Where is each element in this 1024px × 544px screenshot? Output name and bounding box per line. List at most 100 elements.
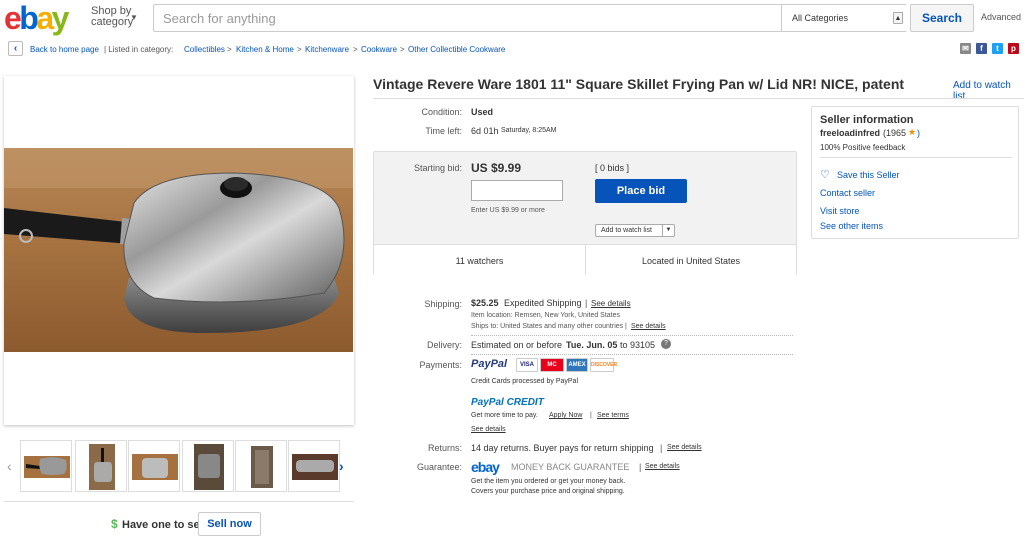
- thumbnail-2[interactable]: [75, 440, 127, 492]
- returns-label: Returns:: [427, 443, 462, 453]
- chevron-down-icon[interactable]: ▼: [662, 225, 674, 236]
- divider: [820, 157, 1012, 158]
- thumbnail-3[interactable]: [128, 440, 180, 492]
- ships-to-see-details-link[interactable]: See details: [631, 323, 666, 330]
- advanced-search-link[interactable]: Advanced: [981, 12, 1021, 22]
- category-select-value: All Categories: [792, 13, 849, 23]
- returns-text: 14 day returns. Buyer pays for return sh…: [471, 443, 654, 453]
- shop-by-category-button[interactable]: Shop by category: [91, 6, 133, 28]
- shipping-label: Shipping:: [424, 299, 462, 309]
- separator: |: [660, 443, 663, 453]
- bid-count-link[interactable]: [ 0 bids ]: [595, 163, 629, 173]
- guarantee-label: Guarantee:: [416, 462, 462, 472]
- back-arrow-icon[interactable]: ‹: [8, 41, 23, 56]
- returns-see-details-link[interactable]: See details: [667, 444, 702, 451]
- category-select[interactable]: All Categories ▲: [781, 5, 907, 31]
- see-other-items-link[interactable]: See other items: [820, 221, 883, 231]
- item-location: Item location: Remsen, New York, United …: [471, 312, 621, 319]
- shipping-see-details-link[interactable]: See details: [591, 299, 631, 308]
- dotted-divider: [471, 354, 793, 355]
- breadcrumb-separator: >: [297, 45, 302, 54]
- condition-value: Used: [471, 107, 494, 117]
- breadcrumb-item-other-cookware[interactable]: Other Collectible Cookware: [408, 45, 505, 54]
- save-this-seller-link[interactable]: Save this Seller: [837, 170, 900, 180]
- ebay-logo[interactable]: ebay: [4, 0, 69, 36]
- breadcrumb-item-kitchen-home[interactable]: Kitchen & Home: [236, 45, 294, 54]
- see-terms-link[interactable]: See terms: [597, 412, 629, 419]
- paypal-credit-logo: PayPal CREDIT: [471, 397, 544, 408]
- listed-in-label: | Listed in category:: [104, 45, 174, 54]
- seller-positive-feedback: 100% Positive feedback: [820, 143, 906, 152]
- divider: [373, 98, 1024, 99]
- breadcrumb-item-kitchenware[interactable]: Kitchenware: [305, 45, 349, 54]
- help-icon[interactable]: ?: [661, 339, 671, 349]
- divider: [4, 501, 353, 502]
- email-icon[interactable]: ✉: [960, 43, 971, 54]
- watchers-count: 11 watchers: [455, 256, 504, 266]
- breadcrumb-item-collectibles[interactable]: Collectibles: [184, 45, 225, 54]
- pinterest-icon[interactable]: p: [1008, 43, 1019, 54]
- thumbnail-1[interactable]: [20, 440, 72, 492]
- thumbnail-4[interactable]: [182, 440, 234, 492]
- seller-name-link[interactable]: freeloadinfred: [820, 128, 880, 138]
- facebook-icon[interactable]: f: [976, 43, 987, 54]
- shipping-method: Expedited Shipping: [504, 298, 582, 308]
- back-to-home-link[interactable]: Back to home page: [30, 45, 99, 54]
- condition-label: Condition:: [421, 107, 462, 117]
- credit-cards-processed: Credit Cards processed by PayPal: [471, 378, 578, 385]
- time-left-label: Time left:: [425, 126, 462, 136]
- separator: |: [625, 323, 627, 330]
- logo-letter-a: a: [36, 0, 54, 36]
- contact-seller-link[interactable]: Contact seller: [820, 188, 875, 198]
- add-to-watch-list-button[interactable]: Add to watch list ▼: [595, 224, 675, 237]
- thumbnail-6[interactable]: [288, 440, 340, 492]
- starting-bid-label: Starting bid:: [413, 163, 462, 173]
- apply-now-link[interactable]: Apply Now: [549, 412, 582, 419]
- breadcrumb-separator: >: [353, 45, 358, 54]
- search-button[interactable]: Search: [910, 4, 974, 32]
- seller-score-close: ): [917, 128, 920, 138]
- more-time-text: Get more time to pay.: [471, 412, 538, 419]
- shipping-cost: $25.25: [471, 298, 499, 308]
- money-back-guarantee: MONEY BACK GUARANTEE: [511, 462, 630, 472]
- bid-hint: Enter US $9.99 or more: [471, 207, 545, 214]
- delivery-date: Tue. Jun. 05: [566, 340, 618, 350]
- guarantee-see-details-link[interactable]: See details: [645, 463, 680, 470]
- select-arrow-icon: ▲: [893, 12, 903, 24]
- bid-box: Starting bid: US $9.99 [ 0 bids ] Enter …: [373, 151, 797, 275]
- time-left-value: 6d 01h: [471, 126, 499, 136]
- star-icon: ★: [908, 127, 917, 137]
- thumbnail-next-icon[interactable]: ›: [339, 458, 344, 474]
- search-input[interactable]: [154, 5, 780, 31]
- bid-amount-input[interactable]: [471, 180, 563, 201]
- main-product-image[interactable]: [4, 148, 353, 352]
- place-bid-button[interactable]: Place bid: [595, 179, 687, 203]
- breadcrumb-separator: >: [400, 45, 405, 54]
- share-icons: ✉ f t p: [960, 43, 1020, 55]
- visit-store-link[interactable]: Visit store: [820, 206, 859, 216]
- ships-to: Ships to: United States and many other c…: [471, 323, 624, 330]
- heart-icon[interactable]: ♡: [820, 168, 830, 181]
- dotted-divider: [471, 335, 793, 336]
- breadcrumb-separator: >: [227, 45, 232, 54]
- ebay-guarantee-logo: ebay: [471, 459, 500, 475]
- twitter-icon[interactable]: t: [992, 43, 1003, 54]
- seller-feedback-score[interactable]: (1965: [883, 128, 906, 138]
- logo-letter-e: e: [4, 0, 22, 36]
- delivery-label: Delivery:: [426, 340, 462, 350]
- mastercard-logo: MC: [540, 358, 564, 372]
- starting-bid-value: US $9.99: [471, 161, 522, 175]
- payments-see-details-link[interactable]: See details: [471, 426, 506, 433]
- search-bar: All Categories ▲: [153, 4, 907, 32]
- main-image-panel[interactable]: [4, 76, 354, 425]
- divider: [585, 244, 586, 275]
- separator: |: [585, 298, 588, 308]
- delivery-suffix: to 93105: [620, 340, 656, 350]
- guarantee-line-2: Covers your purchase price and original …: [471, 488, 625, 495]
- sell-now-button[interactable]: Sell now: [198, 512, 261, 536]
- header: ebay Shop by category ▼ All Categories ▲…: [0, 0, 1024, 36]
- item-location-summary: Located in United States: [641, 256, 741, 266]
- seller-heading: Seller information: [820, 114, 914, 126]
- breadcrumb-item-cookware[interactable]: Cookware: [361, 45, 397, 54]
- thumbnail-5[interactable]: [235, 440, 287, 492]
